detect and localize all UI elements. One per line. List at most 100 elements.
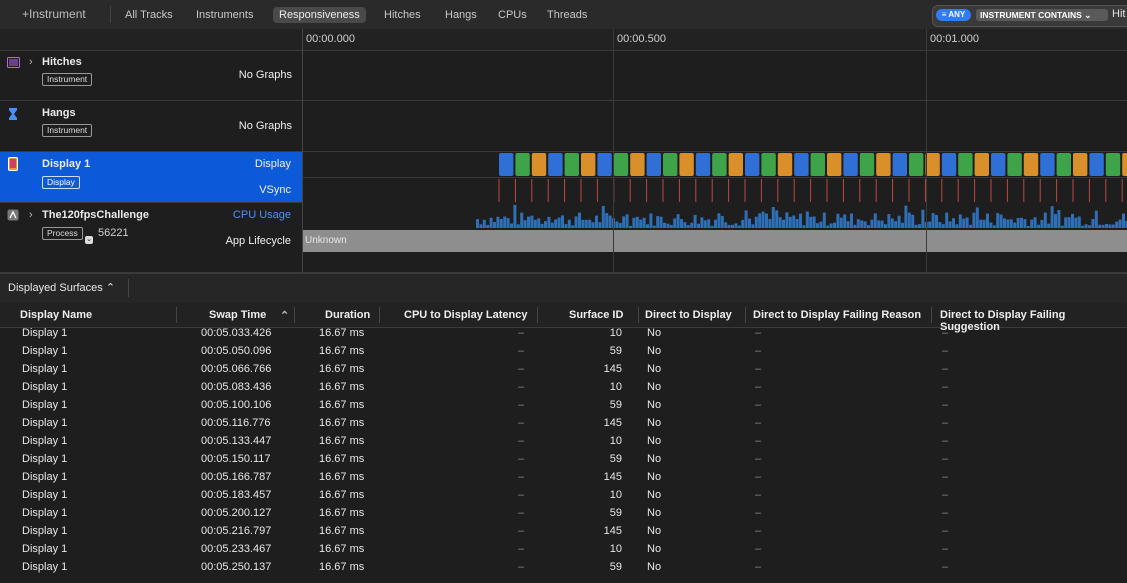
surface-block[interactable]: [745, 153, 760, 176]
col-failing-reason[interactable]: Direct to Display Failing Reason: [753, 309, 921, 321]
chevron-down-icon[interactable]: ⌄: [85, 236, 93, 244]
surface-block[interactable]: [630, 153, 645, 176]
surface-block[interactable]: [1105, 153, 1121, 176]
table-row[interactable]: Display 1 00:05.083.436 16.67 ms – 10 No – –: [0, 379, 1127, 397]
table-row[interactable]: Display 1 00:05.100.106 16.67 ms – 59 No – –: [0, 397, 1127, 415]
tab-responsiveness[interactable]: Responsiveness: [273, 7, 366, 23]
chevron-right-icon[interactable]: ›: [29, 56, 33, 68]
col-divider[interactable]: [638, 307, 639, 323]
col-divider[interactable]: [931, 307, 932, 323]
table-row[interactable]: Display 1 00:05.116.776 16.67 ms – 145 No – –: [0, 415, 1127, 433]
surface-block[interactable]: [712, 153, 727, 176]
surface-block[interactable]: [925, 153, 940, 176]
col-divider[interactable]: [537, 307, 538, 323]
surface-block[interactable]: [613, 153, 629, 176]
col-cpu-latency[interactable]: CPU to Display Latency: [404, 309, 527, 321]
surface-block[interactable]: [777, 153, 793, 176]
filter-text[interactable]: Hit: [1112, 8, 1125, 20]
cell-latency: –: [518, 417, 525, 429]
table-row[interactable]: Display 1 00:05.050.096 16.67 ms – 59 No – –: [0, 343, 1127, 361]
col-divider[interactable]: [176, 307, 177, 323]
tab-hangs[interactable]: Hangs: [439, 7, 483, 23]
surface-block[interactable]: [695, 153, 711, 176]
table-row[interactable]: Display 1 00:05.250.137 16.67 ms – 59 No – –: [0, 559, 1127, 577]
col-direct-to-display[interactable]: Direct to Display: [645, 309, 732, 321]
track-badge[interactable]: Process: [42, 227, 83, 240]
surface-block[interactable]: [810, 153, 825, 176]
any-token[interactable]: ≡ ANY: [936, 9, 971, 21]
display-lanes[interactable]: [303, 152, 1127, 203]
cpu-usage-graph[interactable]: [303, 203, 1127, 229]
col-divider[interactable]: [745, 307, 746, 323]
table-row[interactable]: Display 1 00:05.216.797 16.67 ms – 145 No – –: [0, 523, 1127, 541]
surface-block[interactable]: [761, 153, 776, 176]
surface-block[interactable]: [876, 153, 891, 176]
instrument-contains-token[interactable]: INSTRUMENT CONTAINS ⌄: [976, 9, 1108, 21]
surface-block[interactable]: [843, 153, 858, 176]
col-surface-id[interactable]: Surface ID: [569, 309, 623, 321]
surface-block[interactable]: [548, 153, 563, 176]
surface-block[interactable]: [958, 153, 973, 176]
col-divider[interactable]: [379, 307, 380, 323]
sort-ascending-icon[interactable]: ⌃: [280, 309, 289, 322]
cell-swap-time: 00:05.116.776: [201, 417, 271, 429]
tab-threads[interactable]: Threads: [541, 7, 593, 23]
table-row[interactable]: Display 1 00:05.033.426 16.67 ms – 10 No – –: [0, 325, 1127, 343]
track-hitches[interactable]: › Hitches Instrument No Graphs: [0, 50, 1127, 101]
surface-block[interactable]: [991, 153, 1006, 176]
lifecycle-bar[interactable]: Unknown: [303, 230, 1127, 252]
surface-block[interactable]: [1089, 153, 1104, 176]
surface-block[interactable]: [728, 153, 743, 176]
table-row[interactable]: Display 1 00:05.166.787 16.67 ms – 145 No – –: [0, 469, 1127, 487]
tab-hitches[interactable]: Hitches: [378, 7, 427, 23]
lane-label-cpu[interactable]: CPU Usage: [200, 209, 291, 221]
table-row[interactable]: Display 1 00:05.066.766 16.67 ms – 145 No – –: [0, 361, 1127, 379]
col-display-name[interactable]: Display Name: [20, 309, 92, 321]
surface-block[interactable]: [1023, 153, 1039, 176]
surface-block[interactable]: [794, 153, 809, 176]
surface-block[interactable]: [646, 153, 661, 176]
add-instrument-button[interactable]: +Instrument: [22, 7, 86, 21]
surface-block[interactable]: [1056, 153, 1071, 176]
table-row[interactable]: Display 1 00:05.200.127 16.67 ms – 59 No – –: [0, 505, 1127, 523]
surface-block[interactable]: [1122, 153, 1127, 176]
cpu-bar: [744, 210, 748, 228]
surface-block[interactable]: [581, 153, 596, 176]
chevron-right-icon[interactable]: ›: [29, 209, 33, 221]
table-row[interactable]: Display 1 00:05.150.117 16.67 ms – 59 No – –: [0, 451, 1127, 469]
detail-selector[interactable]: Displayed Surfaces ⌃: [8, 281, 115, 294]
surface-block[interactable]: [515, 153, 530, 176]
surface-block[interactable]: [531, 153, 547, 176]
cpu-bar: [904, 205, 908, 228]
table-row[interactable]: Display 1 00:05.133.447 16.67 ms – 10 No – –: [0, 433, 1127, 451]
surface-block[interactable]: [941, 153, 957, 176]
timeline-ruler[interactable]: 00:00.000 00:00.500 00:01.000: [0, 29, 1127, 51]
surface-block[interactable]: [499, 153, 514, 176]
surface-block[interactable]: [1073, 153, 1088, 176]
surface-block[interactable]: [597, 153, 612, 176]
col-duration[interactable]: Duration: [325, 309, 370, 321]
surface-block[interactable]: [564, 153, 579, 176]
cell-duration: 16.67 ms: [319, 399, 365, 411]
col-divider[interactable]: [294, 307, 295, 323]
tab-cpus[interactable]: CPUs: [492, 7, 533, 23]
surface-block[interactable]: [663, 153, 678, 176]
col-swap-time[interactable]: Swap Time: [209, 309, 266, 321]
surface-block[interactable]: [909, 153, 924, 176]
table-row[interactable]: Display 1 00:05.183.457 16.67 ms – 10 No – –: [0, 487, 1127, 505]
surface-block[interactable]: [679, 153, 694, 176]
surface-block[interactable]: [1040, 153, 1055, 176]
table-row[interactable]: Display 1 00:05.233.467 16.67 ms – 10 No – –: [0, 541, 1127, 559]
cpu-bar: [996, 213, 1000, 228]
surface-block[interactable]: [859, 153, 875, 176]
surface-block[interactable]: [974, 153, 989, 176]
tab-instruments[interactable]: Instruments: [190, 7, 259, 23]
surface-block[interactable]: [892, 153, 907, 176]
surface-block[interactable]: [1007, 153, 1022, 176]
tab-all-tracks[interactable]: All Tracks: [119, 7, 179, 23]
track-divider[interactable]: [302, 29, 303, 273]
surface-block[interactable]: [827, 153, 842, 176]
track-hangs[interactable]: Hangs Instrument No Graphs: [0, 101, 1127, 152]
cpu-bar: [941, 224, 945, 228]
display-surfaces-graph[interactable]: [303, 152, 1127, 203]
